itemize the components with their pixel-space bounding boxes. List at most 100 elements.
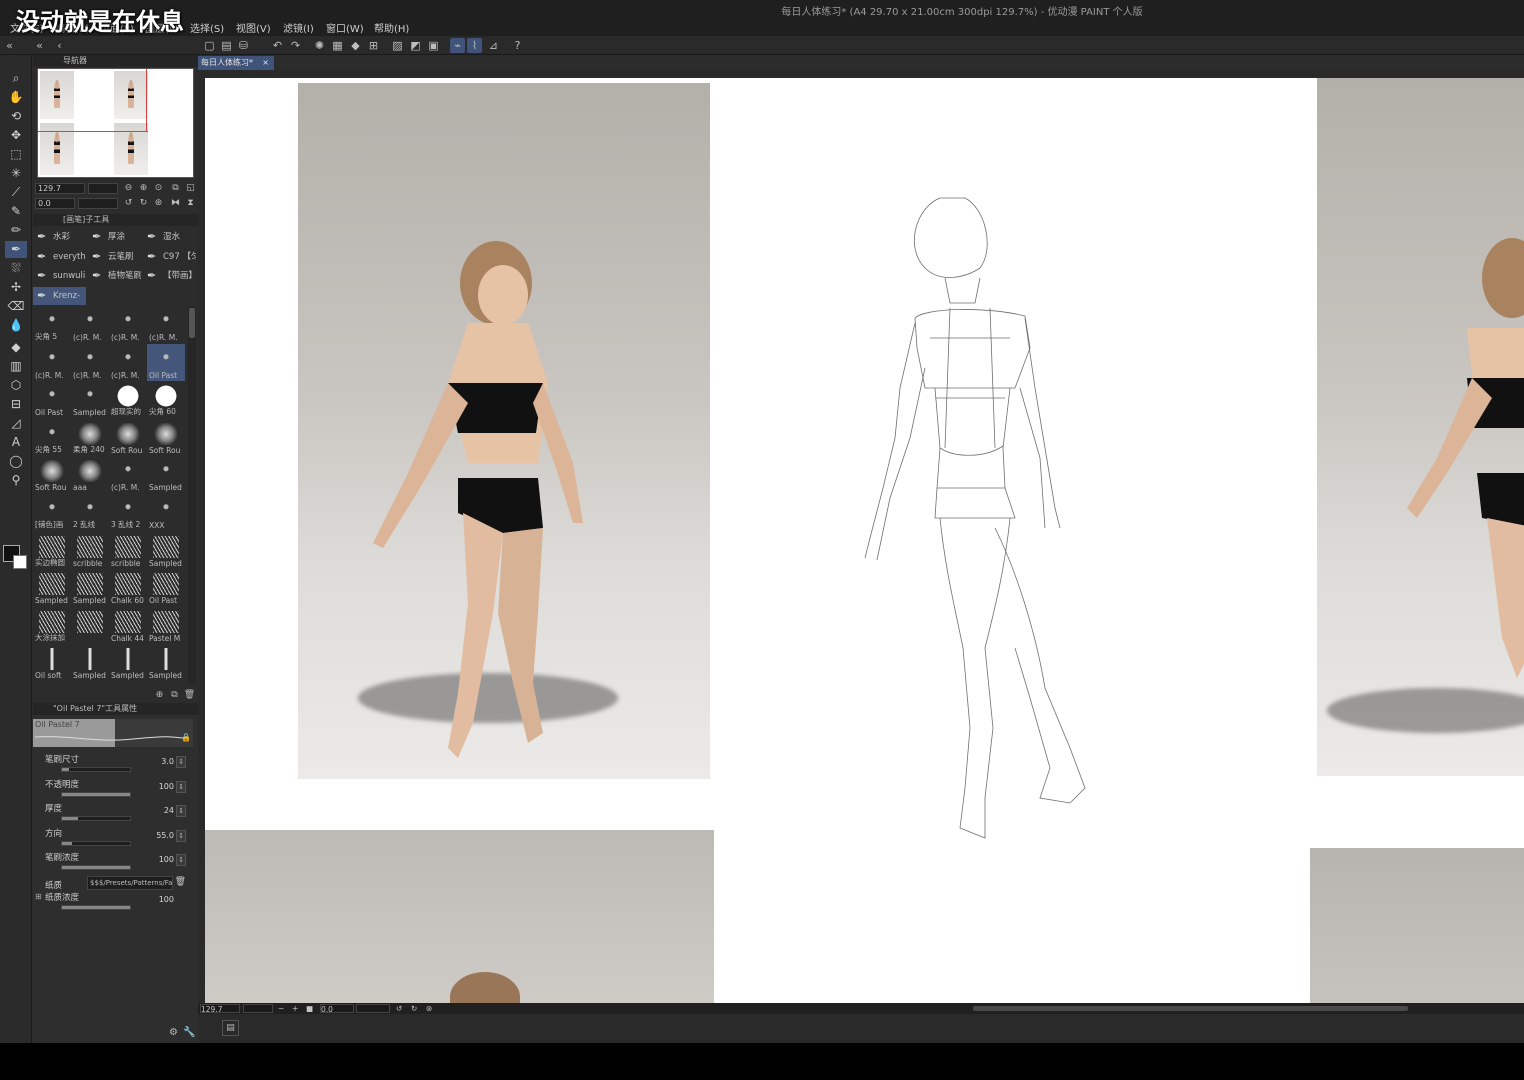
pen-tool-icon[interactable]: ✎ (5, 203, 27, 220)
brush-material-item[interactable]: Sampled (71, 644, 109, 681)
help-icon[interactable]: ? (510, 38, 525, 53)
airbrush-tool-icon[interactable]: ⛆ (5, 260, 27, 277)
brush-material-item[interactable]: (c)R. M. (147, 306, 185, 343)
brush-material-item[interactable]: Oil Past (147, 569, 185, 606)
tool-property-row[interactable]: 不透明度 100 ⇩ (33, 776, 198, 800)
brush-material-item[interactable]: scribble (109, 532, 147, 569)
tool-property-row[interactable]: 方向 55.0 ⇩ (33, 825, 198, 849)
brush-material-item[interactable]: Oil Past (33, 381, 71, 418)
fill-tool-icon[interactable]: ◆ (5, 339, 27, 356)
crop-icon[interactable]: ⊞ (366, 38, 381, 53)
brush-material-item[interactable]: Oil Past (147, 343, 185, 381)
status-zoom-field[interactable]: 129.7 (200, 1004, 240, 1014)
brush-material-item[interactable]: 尖角 55 (33, 419, 71, 456)
brush-material-item[interactable]: Sampled (147, 644, 185, 681)
property-value[interactable]: 24 (164, 806, 174, 815)
fill-icon[interactable]: ◆ (348, 38, 363, 53)
correct-line-tool-icon[interactable]: ⚲ (5, 472, 27, 489)
pressure-settings-icon[interactable]: ⇩ (176, 805, 186, 817)
tool-property-row[interactable]: 厚度 24 ⇩ (33, 800, 198, 824)
rotate-left-icon[interactable]: ↺ (121, 196, 136, 211)
property-slider[interactable] (61, 791, 131, 797)
paper-density-slider[interactable] (61, 905, 131, 910)
chevron-left-icon[interactable]: ‹ (52, 38, 67, 53)
snap-special-ruler-icon[interactable]: ⌇ (467, 38, 482, 53)
flip-horizontal-icon[interactable]: ⧓ (168, 196, 183, 211)
rotate-right-icon[interactable]: ↻ (411, 1004, 417, 1013)
brush-material-item[interactable]: Sampled (71, 381, 109, 418)
fit-window-icon[interactable]: ⧉ (168, 181, 183, 196)
brush-material-item[interactable]: aaa (71, 456, 109, 493)
brush-material-item[interactable]: Sampled (147, 456, 185, 493)
brush-material-item[interactable]: 3 乱线 2 (109, 494, 147, 531)
settings-icon[interactable]: ⚙ (169, 1027, 178, 1038)
brush-material-item[interactable]: Chalk 44 (109, 607, 147, 644)
expand-plus-icon[interactable]: ⊞ (35, 892, 42, 901)
ruler-tool-icon[interactable]: ◿ (5, 415, 27, 432)
color-swatches[interactable] (3, 545, 29, 571)
new-file-icon[interactable]: ▢ (202, 38, 217, 53)
nav-zoom-field[interactable]: 129.7 (35, 183, 85, 194)
close-tab-icon[interactable]: × (262, 56, 269, 70)
flip-vertical-icon[interactable]: ⧗ (183, 196, 198, 211)
property-value[interactable]: 3.0 (161, 757, 174, 766)
trash-icon[interactable]: 🗑 (175, 877, 186, 887)
tool-property-row[interactable]: 笔刷尺寸 3.0 ⇩ (33, 751, 198, 775)
pressure-settings-icon[interactable]: ⇩ (176, 854, 186, 866)
zoom-in-icon[interactable]: + (292, 1004, 298, 1013)
document-tab[interactable]: 每日人体练习* × (198, 56, 274, 70)
full-icon[interactable]: ◱ (183, 181, 198, 196)
wrench-icon[interactable]: 🔧 (183, 1027, 195, 1038)
brush-material-item[interactable]: 超现实的 (109, 381, 147, 418)
property-value[interactable]: 100 (159, 782, 174, 791)
navigator-preview[interactable] (37, 68, 194, 178)
menu-view[interactable]: 视图(V) (236, 20, 271, 35)
brush-material-item[interactable]: Soft Rou (33, 456, 71, 493)
subtool-item[interactable]: ✒ 植物笔刷 (88, 267, 141, 285)
selection-tool-icon[interactable]: ⬚ (5, 146, 27, 163)
property-value[interactable]: 55.0 (156, 831, 174, 840)
reset-rotate-icon[interactable]: ⊛ (151, 196, 166, 211)
brush-material-item[interactable]: (c)R. M. (109, 306, 147, 343)
menu-help[interactable]: 帮助(H) (374, 20, 409, 35)
menu-select[interactable]: 选择(S) (190, 20, 224, 35)
nav-zoom-slider[interactable] (88, 183, 118, 194)
text-tool-icon[interactable]: A (5, 434, 27, 451)
brush-grid-scrollbar[interactable] (188, 306, 196, 684)
loading-icon[interactable]: ✺ (312, 38, 327, 53)
save-icon[interactable]: ⛁ (236, 38, 251, 53)
eraser-tool-icon[interactable]: ⌫ (5, 298, 27, 315)
layer-panel-icon[interactable]: ▤ (222, 1020, 239, 1036)
zoom-out-icon[interactable]: ⊖ (121, 181, 136, 196)
pressure-settings-icon[interactable]: ⇩ (176, 756, 186, 768)
decoration-tool-icon[interactable]: ✢ (5, 279, 27, 296)
zoom-tool-icon[interactable]: ⌕ (5, 70, 27, 87)
brush-material-item[interactable]: Sampled (109, 644, 147, 681)
subtool-item[interactable]: ✒ 厚涂 (88, 228, 141, 246)
brush-material-item[interactable]: Chalk 60 (109, 569, 147, 606)
eyedropper-icon[interactable]: ⟋ (5, 184, 27, 201)
brush-material-item[interactable]: 2 乱线 (71, 494, 109, 531)
scrollbar-thumb[interactable] (189, 308, 195, 338)
subtool-item[interactable]: ✒ 湿水 (143, 228, 196, 246)
property-slider[interactable] (61, 767, 131, 772)
brush-material-item[interactable]: 尖角 5 (33, 306, 71, 343)
snap-ruler-icon[interactable]: ⌁ (450, 38, 465, 53)
status-rotation-field[interactable]: 0.0 (320, 1004, 354, 1014)
figure-tool-icon[interactable]: ⬡ (5, 377, 27, 394)
subtool-item[interactable]: ✒ C97 【匀 (143, 248, 196, 266)
brush-material-item[interactable]: 实边椭圆 (33, 532, 71, 569)
add-subtool-icon[interactable]: ⊕ (152, 688, 167, 703)
nav-rotation-field[interactable]: 0.0 (35, 198, 75, 209)
pressure-settings-icon[interactable]: ⇩ (176, 829, 186, 842)
fit-icon[interactable]: ■ (306, 1004, 313, 1013)
brush-material-item[interactable]: (c)R. M. (71, 306, 109, 343)
pencil-tool-icon[interactable]: ✏ (5, 222, 27, 239)
zoom-in-icon[interactable]: ⊕ (136, 181, 151, 196)
frame-tool-icon[interactable]: ⊟ (5, 396, 27, 413)
duplicate-subtool-icon[interactable]: ⧉ (167, 688, 182, 703)
redo-icon[interactable]: ↷ (288, 38, 303, 53)
open-file-icon[interactable]: ▤ (219, 38, 234, 53)
brush-material-item[interactable]: Sampled (71, 569, 109, 606)
brush-material-item[interactable]: Pastel M (147, 607, 185, 644)
